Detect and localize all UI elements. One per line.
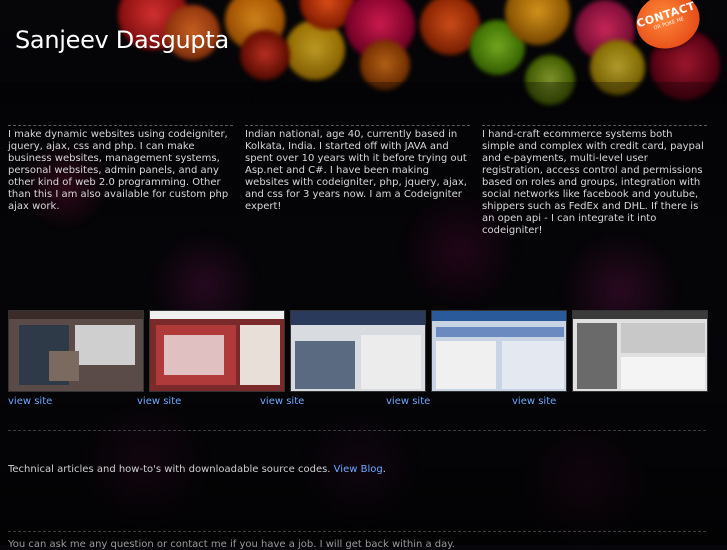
site-title: Sanjeev Dasgupta bbox=[15, 26, 229, 54]
about-text-bio: Indian national, age 40, currently based… bbox=[245, 129, 467, 212]
portfolio-thumbnails bbox=[8, 310, 708, 394]
about-column-ecommerce: I hand-craft ecommerce systems both simp… bbox=[482, 125, 707, 237]
about-text-ecommerce: I hand-craft ecommerce systems both simp… bbox=[482, 129, 704, 236]
view-site-link-4[interactable]: view site bbox=[386, 396, 430, 407]
about-column-bio: Indian national, age 40, currently based… bbox=[245, 125, 470, 213]
portfolio-thumb-2[interactable] bbox=[149, 310, 285, 392]
portfolio-thumb-3[interactable] bbox=[290, 310, 426, 392]
section-divider bbox=[8, 531, 706, 532]
view-blog-link[interactable]: View Blog bbox=[334, 464, 383, 475]
about-text-services: I make dynamic websites using codeignite… bbox=[8, 129, 229, 212]
contact-button[interactable]: CONTACT OR POKE ME bbox=[629, 0, 707, 57]
portfolio-thumb-5[interactable] bbox=[572, 310, 708, 392]
view-site-link-3[interactable]: view site bbox=[260, 396, 304, 407]
portfolio-thumb-1[interactable] bbox=[8, 310, 144, 392]
articles-text: Technical articles and how-to's with dow… bbox=[8, 464, 334, 475]
about-column-services: I make dynamic websites using codeignite… bbox=[8, 125, 233, 213]
section-divider bbox=[8, 430, 706, 431]
view-site-link-1[interactable]: view site bbox=[8, 396, 52, 407]
view-site-link-5[interactable]: view site bbox=[512, 396, 556, 407]
articles-period: . bbox=[382, 464, 386, 475]
view-site-link-2[interactable]: view site bbox=[137, 396, 181, 407]
portfolio-thumb-4[interactable] bbox=[431, 310, 567, 392]
articles-line: Technical articles and how-to's with dow… bbox=[8, 464, 386, 475]
page-content: Sanjeev Dasgupta CONTACT OR POKE ME I ma… bbox=[0, 0, 727, 550]
